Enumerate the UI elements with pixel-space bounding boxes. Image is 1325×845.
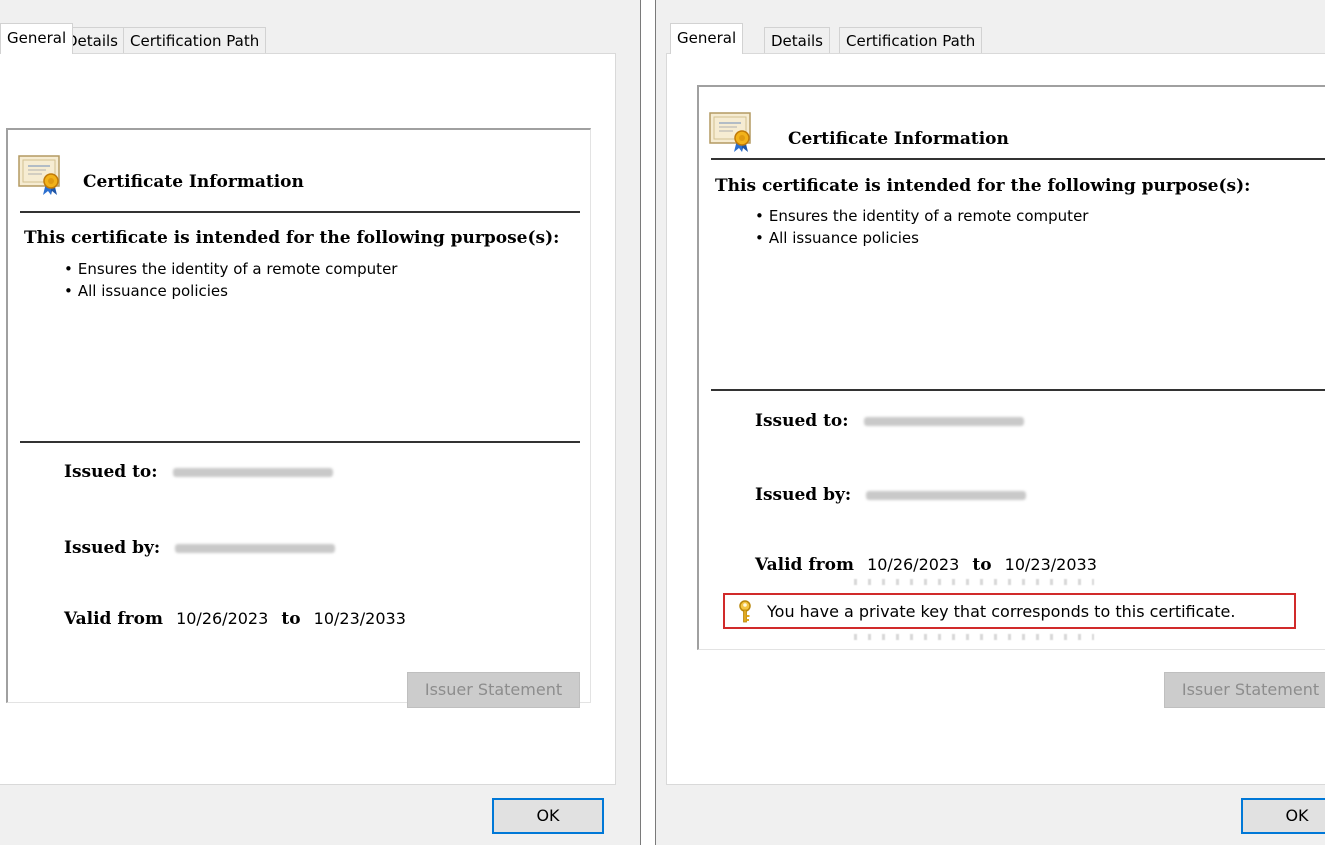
purpose-list: Ensures the identity of a remote compute… bbox=[64, 258, 398, 302]
purpose-item: All issuance policies bbox=[755, 227, 1088, 249]
title-divider bbox=[20, 211, 580, 213]
valid-from-date: 10/26/2023 bbox=[176, 609, 269, 628]
issued-to-label: Issued to: bbox=[64, 462, 158, 482]
validity-row: Valid from 10/26/2023 to 10/23/2033 bbox=[755, 555, 1105, 575]
title-divider bbox=[711, 158, 1325, 160]
ok-button[interactable]: OK bbox=[1241, 798, 1325, 834]
valid-from-label: Valid from bbox=[755, 555, 854, 575]
ghost-text-artifact bbox=[854, 634, 1094, 640]
purpose-item: Ensures the identity of a remote compute… bbox=[64, 258, 398, 280]
purpose-heading: This certificate is intended for the fol… bbox=[715, 176, 1251, 196]
purpose-item: All issuance policies bbox=[64, 280, 397, 302]
tab-general[interactable]: General bbox=[0, 23, 74, 54]
issued-by-label: Issued by: bbox=[64, 538, 161, 558]
valid-from-label: Valid from bbox=[64, 609, 163, 629]
ghost-text-artifact bbox=[854, 579, 1094, 585]
issued-to-row: Issued to: bbox=[64, 462, 333, 482]
purpose-list: Ensures the identity of a remote compute… bbox=[755, 205, 1089, 249]
purpose-item: Ensures the identity of a remote compute… bbox=[755, 205, 1089, 227]
tab-details[interactable]: Details bbox=[764, 27, 831, 53]
issued-by-row: Issued by: bbox=[755, 485, 1027, 505]
issued-to-label: Issued to: bbox=[755, 411, 849, 431]
issued-to-row: Issued to: bbox=[755, 411, 1024, 431]
tab-certification-path[interactable]: Certification Path bbox=[123, 27, 267, 53]
issued-to-redacted bbox=[863, 417, 1024, 426]
tab-certification-path[interactable]: Certification Path bbox=[839, 27, 983, 53]
panel-separator bbox=[641, 0, 655, 845]
certificate-title: Certificate Information bbox=[788, 129, 1009, 149]
key-icon bbox=[739, 600, 751, 623]
validity-row: Valid from 10/26/2023 to 10/23/2033 bbox=[64, 609, 414, 629]
certificate-info-box: Certificate Information This certificate… bbox=[697, 85, 1325, 650]
certificate-info-box: Certificate Information This certificate… bbox=[6, 128, 591, 703]
certificate-dialog-after: General Details Certification Path Certi… bbox=[655, 0, 1325, 845]
valid-to-date: 10/23/2033 bbox=[1004, 555, 1097, 574]
general-tab-page: Certificate Information This certificate… bbox=[666, 53, 1325, 785]
issued-by-redacted bbox=[866, 491, 1027, 500]
certificate-dialog-before: General Details Certification Path Certi… bbox=[0, 0, 641, 845]
certificate-icon bbox=[18, 155, 60, 195]
valid-from-date: 10/26/2023 bbox=[867, 555, 960, 574]
certificate-icon bbox=[709, 112, 751, 152]
issuer-statement-button[interactable]: Issuer Statement bbox=[1164, 672, 1325, 708]
tab-general[interactable]: General bbox=[670, 23, 744, 54]
valid-to-date: 10/23/2033 bbox=[313, 609, 406, 628]
details-divider bbox=[711, 389, 1325, 391]
issued-by-redacted bbox=[175, 544, 336, 553]
general-tab-page: Certificate Information This certificate… bbox=[0, 53, 616, 785]
valid-to-label: to bbox=[281, 609, 301, 629]
issued-to-redacted bbox=[172, 468, 333, 477]
certificate-title: Certificate Information bbox=[83, 172, 304, 192]
private-key-text: You have a private key that corresponds … bbox=[767, 602, 1236, 621]
purpose-heading: This certificate is intended for the fol… bbox=[24, 228, 560, 248]
valid-to-label: to bbox=[972, 555, 992, 575]
issued-by-label: Issued by: bbox=[755, 485, 852, 505]
private-key-notice: You have a private key that corresponds … bbox=[723, 593, 1296, 629]
issued-by-row: Issued by: bbox=[64, 538, 336, 558]
details-divider bbox=[20, 441, 580, 443]
ok-button[interactable]: OK bbox=[492, 798, 604, 834]
issuer-statement-button[interactable]: Issuer Statement bbox=[407, 672, 580, 708]
